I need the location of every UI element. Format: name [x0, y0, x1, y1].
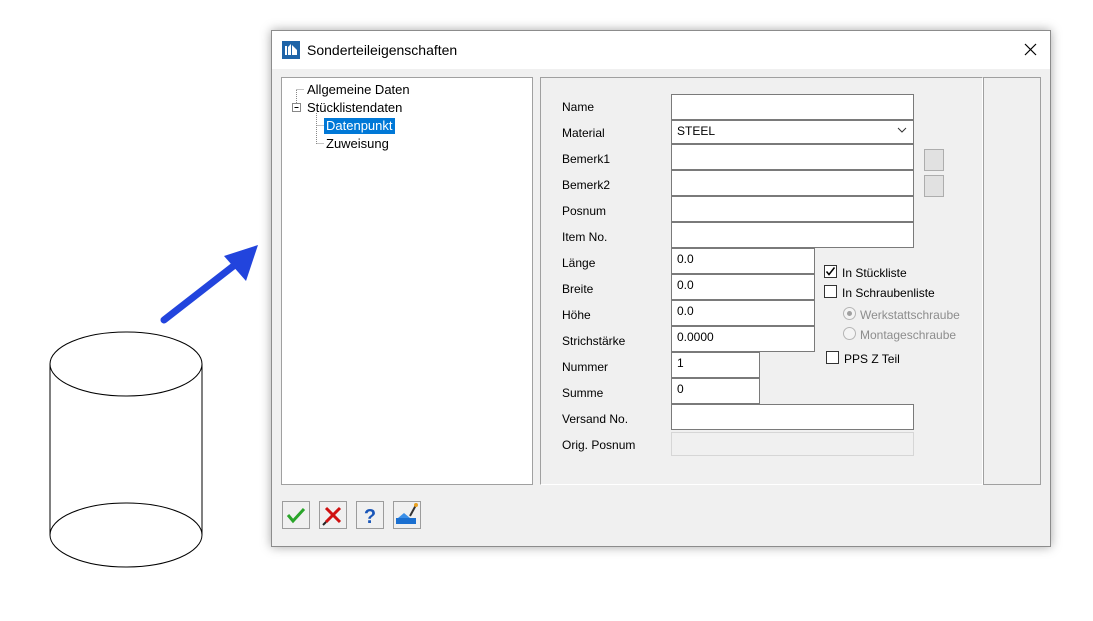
montageschraube-radio	[843, 327, 856, 340]
title-bar: Sonderteileigenschaften	[272, 31, 1050, 69]
blue-arrow-icon	[160, 245, 258, 324]
tree-item-allgemeine-daten[interactable]: Allgemeine Daten	[307, 82, 410, 98]
laenge-label: Länge	[562, 256, 596, 270]
in-stueckliste-checkbox[interactable]	[824, 265, 837, 278]
item-no-label: Item No.	[562, 230, 608, 244]
ok-button[interactable]	[282, 501, 310, 529]
hoehe-input[interactable]: 0.0	[671, 300, 815, 326]
strichstaerke-label: Strichstärke	[562, 334, 626, 348]
cancel-button[interactable]	[319, 501, 347, 529]
side-panel	[983, 77, 1041, 485]
versand-no-input[interactable]	[671, 404, 914, 430]
in-schraubenliste-checkbox[interactable]	[824, 285, 837, 298]
dialog-title: Sonderteileigenschaften	[307, 42, 458, 58]
name-label: Name	[562, 100, 595, 114]
item-no-input[interactable]	[671, 222, 914, 248]
material-select[interactable]: STEEL	[671, 120, 914, 144]
breite-label: Breite	[562, 282, 594, 296]
tree-item-stuecklistendaten[interactable]: Stücklistendaten	[307, 100, 402, 116]
bemerk1-picker-button[interactable]	[924, 149, 944, 171]
cylinder-drawing	[49, 331, 203, 568]
pps-z-teil-label: PPS Z Teil	[844, 352, 900, 366]
versand-no-label: Versand No.	[562, 412, 629, 426]
bemerk2-picker-button[interactable]	[924, 175, 944, 197]
strichstaerke-input[interactable]: 0.0000	[671, 326, 815, 352]
posnum-label: Posnum	[562, 204, 607, 218]
posnum-input[interactable]	[671, 196, 914, 222]
laenge-input[interactable]: 0.0	[671, 248, 815, 274]
material-value: STEEL	[677, 124, 716, 138]
chevron-down-icon	[897, 127, 907, 133]
nummer-input[interactable]: 1	[671, 352, 760, 378]
help-button[interactable]: ?	[356, 501, 384, 529]
orig-posnum-input	[671, 432, 914, 456]
werkstattschraube-radio	[843, 307, 856, 320]
summe-input[interactable]: 0	[671, 378, 760, 404]
tree-item-datenpunkt[interactable]: Datenpunkt	[324, 118, 395, 134]
in-schraubenliste-label: In Schraubenliste	[842, 286, 935, 300]
name-input[interactable]	[671, 94, 914, 120]
close-icon[interactable]	[1010, 31, 1050, 69]
bemerk2-label: Bemerk2	[562, 178, 611, 192]
material-label: Material	[562, 126, 605, 140]
checkmark-icon	[286, 507, 306, 524]
pick-button[interactable]	[393, 501, 421, 529]
werkstattschraube-label: Werkstattschraube	[860, 308, 960, 322]
app-logo-icon	[282, 41, 300, 59]
pps-z-teil-checkbox[interactable]	[826, 351, 839, 364]
navigation-tree: Allgemeine Daten Stücklistendaten Datenp…	[281, 77, 533, 485]
nummer-label: Nummer	[562, 360, 609, 374]
svg-text:?: ?	[364, 506, 376, 528]
checkmark-small-icon	[825, 267, 836, 276]
bemerk1-label: Bemerk1	[562, 152, 611, 166]
question-mark-icon: ?	[364, 506, 376, 528]
cross-icon	[322, 506, 342, 526]
in-stueckliste-label: In Stückliste	[842, 266, 907, 280]
tree-item-zuweisung[interactable]: Zuweisung	[326, 136, 389, 152]
montageschraube-label: Montageschraube	[860, 328, 957, 342]
form-panel: Name Material Bemerk1 Bemerk2 Posnum Ite…	[540, 77, 983, 485]
collapse-icon[interactable]	[292, 103, 301, 112]
bemerk2-input[interactable]	[671, 170, 914, 196]
hoehe-label: Höhe	[562, 308, 591, 322]
properties-dialog: Sonderteileigenschaften Allgemeine Daten…	[271, 30, 1051, 547]
pick-tool-icon	[396, 503, 418, 524]
breite-input[interactable]: 0.0	[671, 274, 815, 300]
orig-posnum-label: Orig. Posnum	[562, 438, 636, 452]
bemerk1-input[interactable]	[671, 144, 914, 170]
summe-label: Summe	[562, 386, 604, 400]
